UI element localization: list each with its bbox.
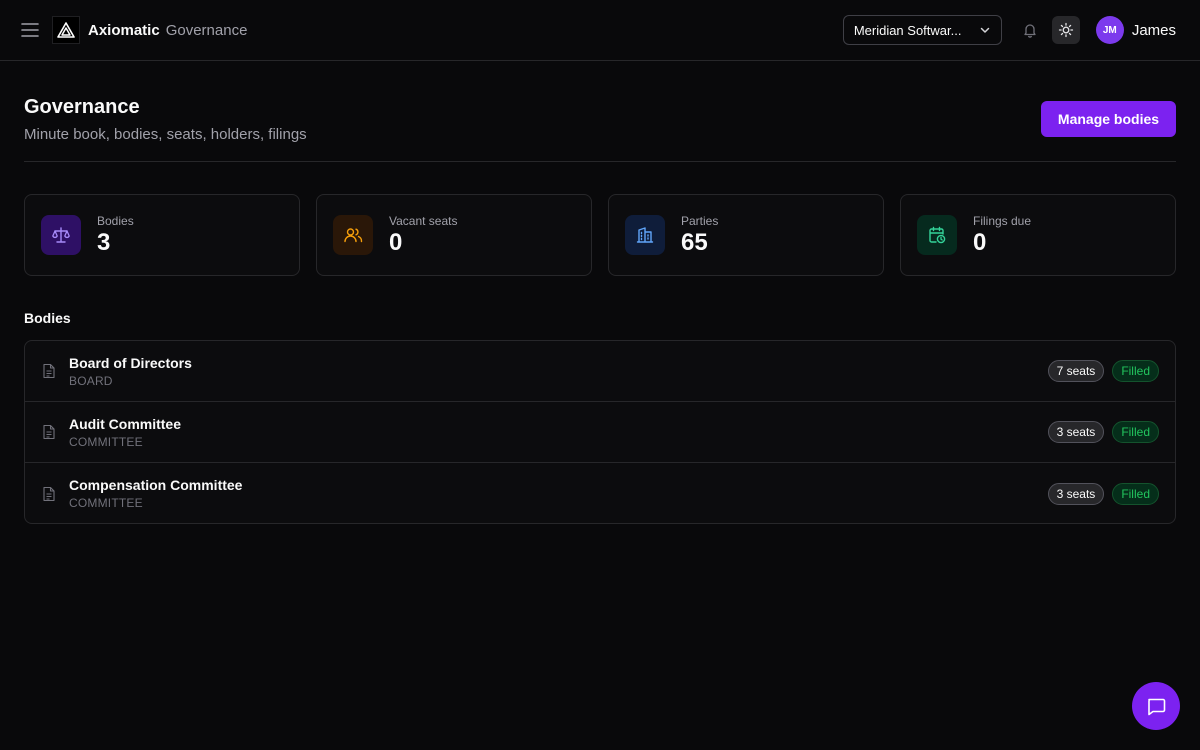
bodies-list: Board of Directors BOARD 7 seats Filled … <box>24 340 1176 524</box>
chevron-down-icon <box>980 27 990 33</box>
page-subtitle: Minute book, bodies, seats, holders, fil… <box>24 126 307 143</box>
list-item[interactable]: Audit Committee COMMITTEE 3 seats Filled <box>25 402 1175 463</box>
section-title-bodies: Bodies <box>24 310 71 326</box>
stat-value: 0 <box>973 228 987 256</box>
body-type: COMMITTEE <box>69 434 143 449</box>
notifications-button[interactable] <box>1016 16 1044 44</box>
body-name: Compensation Committee <box>69 477 243 493</box>
organization-name: Meridian Softwar... <box>853 22 962 38</box>
status-badge: Filled <box>1112 482 1159 505</box>
stat-card-bodies: Bodies 3 <box>24 194 300 276</box>
sun-icon <box>1058 22 1073 38</box>
body-name: Audit Committee <box>69 415 181 432</box>
document-icon <box>41 424 57 440</box>
stat-card-filings-due: Filings due 0 <box>900 194 1176 276</box>
building-icon <box>625 215 665 255</box>
stat-value: 0 <box>389 228 403 256</box>
stat-card-vacant-seats: Vacant seats 0 <box>316 194 592 276</box>
users-icon <box>333 215 373 255</box>
brand-module: Governance <box>165 21 248 39</box>
logo-icon[interactable] <box>52 16 80 44</box>
user-name[interactable]: James <box>1132 22 1176 39</box>
seats-badge: 7 seats <box>1047 360 1105 382</box>
theme-toggle-button[interactable] <box>1051 16 1080 44</box>
brand-name: Axiomatic <box>88 21 160 39</box>
manage-bodies-button[interactable]: Manage bodies <box>1041 101 1176 137</box>
scale-icon <box>41 215 81 255</box>
stat-label: Vacant seats <box>389 213 458 228</box>
page-header: Governance Minute book, bodies, seats, h… <box>24 94 1176 162</box>
document-icon <box>41 486 57 502</box>
stat-value: 65 <box>681 228 708 256</box>
chat-icon <box>1148 698 1166 716</box>
avatar[interactable]: JM <box>1095 16 1124 44</box>
chat-button[interactable] <box>1132 682 1180 730</box>
list-item[interactable]: Compensation Committee COMMITTEE 3 seats… <box>25 463 1175 523</box>
stat-label: Parties <box>681 213 719 228</box>
organization-select[interactable]: Meridian Softwar... <box>842 15 1002 45</box>
top-bar: Axiomatic Governance Meridian Softwar...… <box>0 0 1200 61</box>
stats-row: Bodies 3 Vacant seats 0 Parties 65 Filin… <box>24 194 1176 276</box>
body-name: Board of Directors <box>69 354 192 371</box>
stat-label: Bodies <box>97 213 134 228</box>
status-badge: Filled <box>1112 360 1159 382</box>
stat-value: 3 <box>97 228 111 256</box>
menu-icon[interactable] <box>20 20 40 40</box>
document-icon <box>41 363 57 379</box>
list-item[interactable]: Board of Directors BOARD 7 seats Filled <box>25 341 1175 402</box>
stat-card-parties: Parties 65 <box>608 194 884 276</box>
body-type: COMMITTEE <box>69 496 143 510</box>
seats-badge: 3 seats <box>1047 421 1105 443</box>
seats-badge: 3 seats <box>1047 482 1105 505</box>
body-type: BOARD <box>69 373 113 388</box>
bell-icon <box>1024 24 1036 38</box>
calendar-clock-icon <box>917 215 957 255</box>
status-badge: Filled <box>1112 421 1159 443</box>
page-title: Governance <box>24 96 140 118</box>
stat-label: Filings due <box>973 213 1032 228</box>
